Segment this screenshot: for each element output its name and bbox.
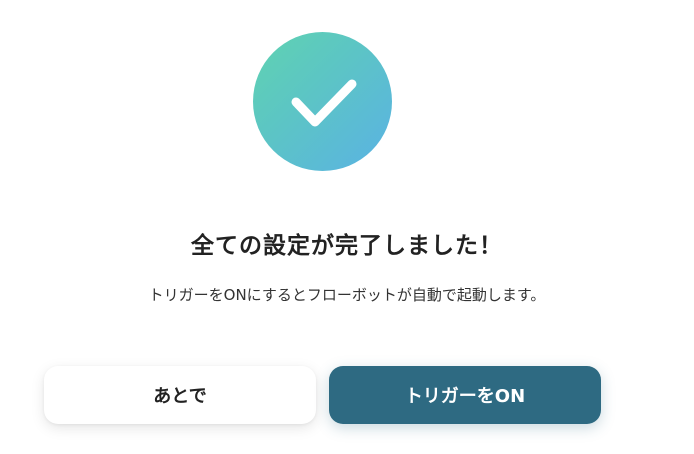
checkmark-icon (291, 79, 357, 127)
dialog-message: トリガーをONにするとフローボットが自動で起動します。 (148, 286, 546, 304)
dialog-title: 全ての設定が完了しました！ (191, 233, 503, 259)
setup-complete-dialog: 全ての設定が完了しました！ トリガーをONにするとフローボットが自動で起動します… (0, 0, 694, 454)
later-button[interactable]: あとで (44, 366, 316, 424)
check-circle-icon (253, 32, 392, 171)
trigger-on-button[interactable]: トリガーをON (329, 366, 601, 424)
